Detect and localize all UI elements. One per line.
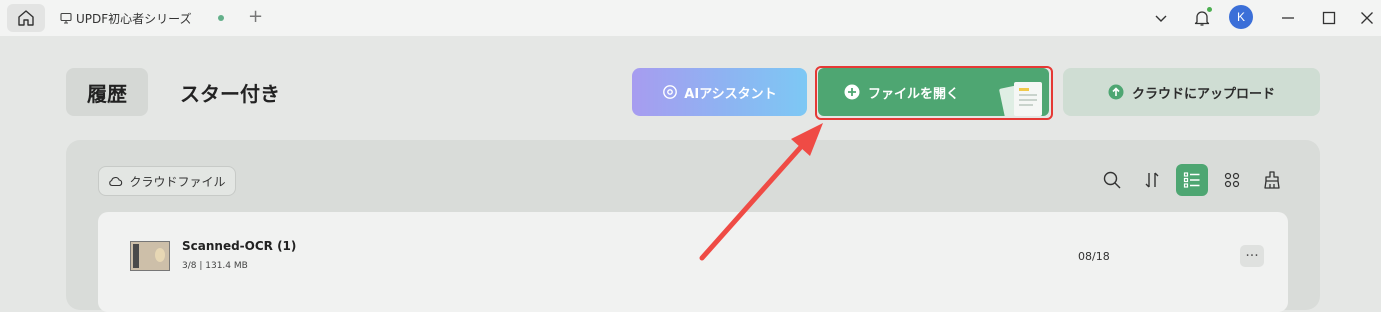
annotation-arrow — [699, 123, 823, 261]
